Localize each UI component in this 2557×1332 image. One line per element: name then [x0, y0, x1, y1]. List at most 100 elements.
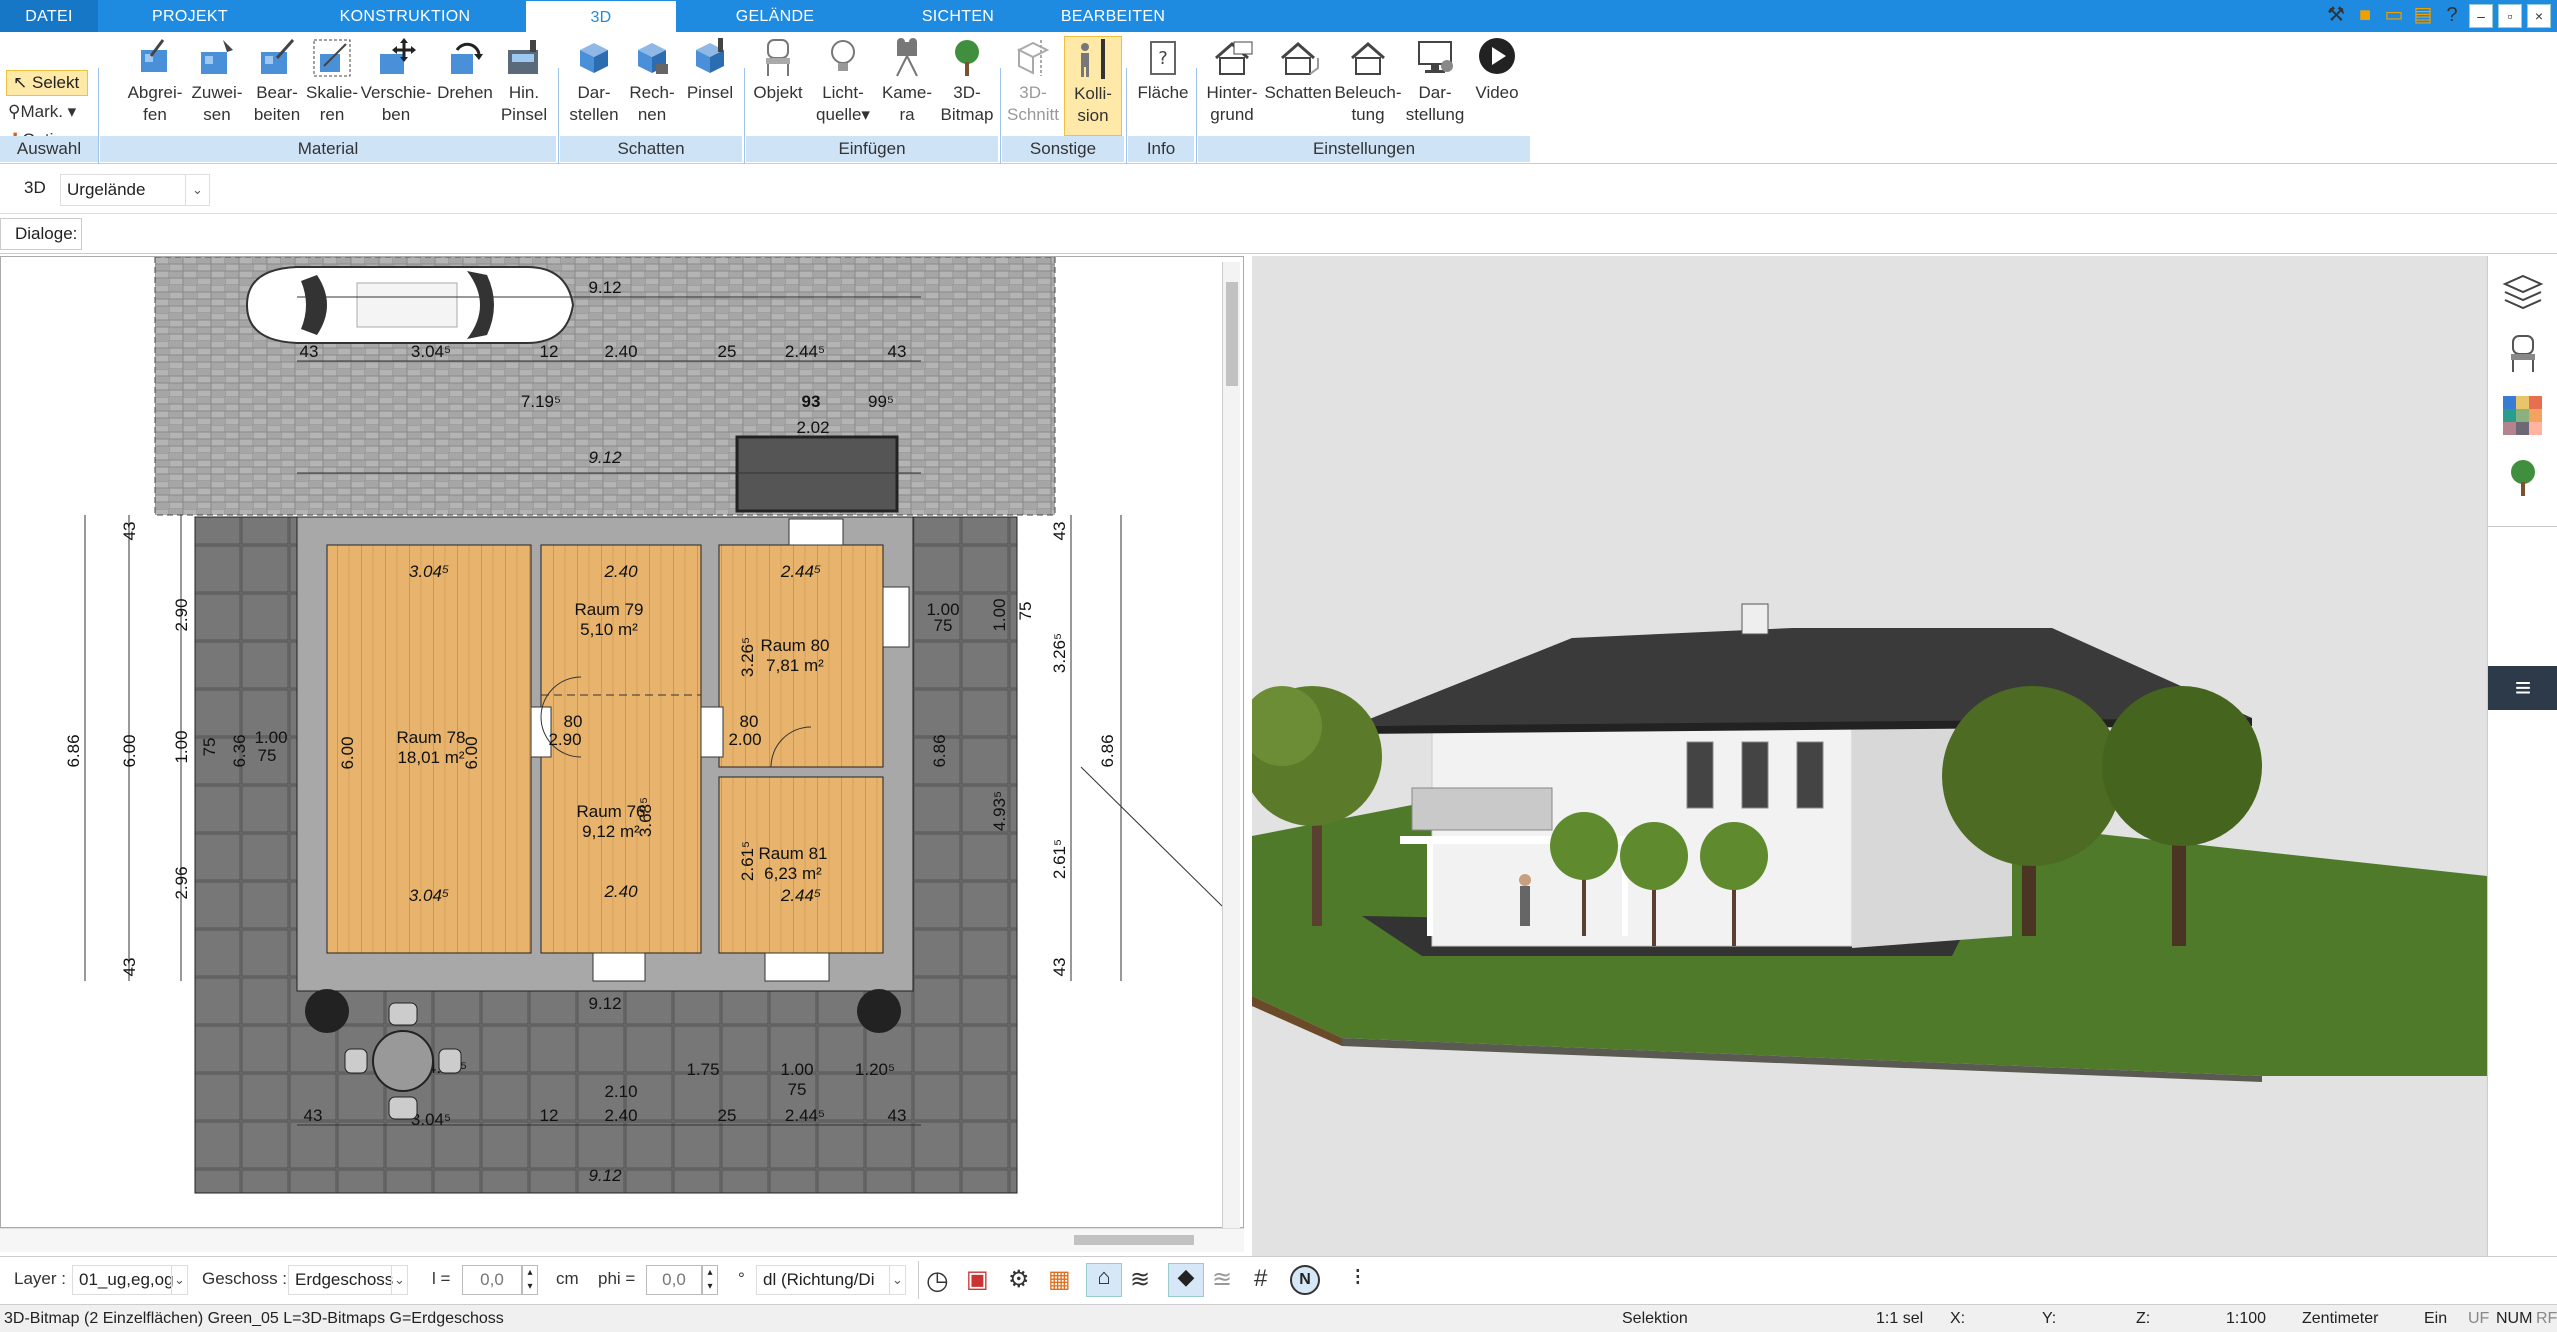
zuweisen-label-2: sen	[203, 105, 231, 124]
3d-bitmap-button[interactable]: 3D- Bitmap	[934, 36, 1000, 126]
layer-dropdown[interactable]: 01_ug,eg,og ⌄	[72, 1265, 188, 1295]
group-label-material: Material	[100, 136, 556, 162]
drehen-button[interactable]: Drehen	[432, 36, 498, 104]
plan-vertical-scrollbar[interactable]	[1222, 262, 1240, 1228]
flaeche-label: Fläche	[1137, 83, 1189, 102]
camera-tool-icon[interactable]: ⚙	[1008, 1265, 1030, 1294]
tab-projekt[interactable]: PROJEKT	[130, 0, 250, 32]
tab-datei[interactable]: DATEI	[0, 0, 98, 32]
darstellung-button[interactable]: Dar-stellung	[1400, 36, 1470, 126]
dim-text: 43	[1050, 958, 1069, 977]
scale-icon	[313, 39, 351, 77]
divider	[2488, 526, 2557, 527]
phi-input[interactable]	[646, 1265, 702, 1295]
schatten-pinsel-button[interactable]: Pinsel	[680, 36, 740, 104]
dim-text: 2.40	[604, 1106, 637, 1125]
einstellungen-schatten-label: Schatten	[1264, 83, 1332, 102]
hin-pinsel-button[interactable]: Hin. Pinsel	[494, 36, 554, 126]
video-label: Video	[1475, 83, 1519, 102]
dim-text: 3.04⁵	[411, 342, 451, 361]
dim-text: 1.20⁵	[855, 1060, 895, 1079]
dim-text: 75	[934, 616, 953, 635]
monitor-icon[interactable]: ▣	[966, 1265, 989, 1294]
hin-pinsel-label-2: Pinsel	[500, 105, 548, 124]
geschoss-dropdown[interactable]: Erdgeschoss ⌄	[288, 1265, 408, 1295]
room-area: 7,81 m²	[766, 656, 824, 675]
length-input[interactable]	[462, 1265, 522, 1295]
status-y: Y:	[2042, 1310, 2057, 1327]
tools-icon[interactable]: ⚒	[2324, 4, 2348, 28]
wall-tool-icon[interactable]: ≋	[1130, 1265, 1150, 1294]
floor-tool-icon[interactable]: ◆	[1168, 1263, 1204, 1297]
scroll-thumb[interactable]	[1074, 1235, 1194, 1245]
selekt-button[interactable]: ↖ Selekt	[6, 70, 88, 96]
help-icon[interactable]: ?	[2440, 4, 2464, 28]
verschieben-button[interactable]: Verschie-ben	[358, 36, 434, 126]
room-area: 5,10 m²	[580, 620, 638, 639]
maximize-button[interactable]: ▫	[2498, 4, 2522, 28]
status-bar: 3D-Bitmap (2 Einzelflächen) Green_05 L=3…	[0, 1304, 2557, 1332]
schatten-rechnen-button[interactable]: Rech-nen	[622, 36, 682, 126]
hintergrund-button[interactable]: Hinter-grund	[1200, 36, 1264, 126]
tab-sichten[interactable]: SICHTEN	[900, 0, 1016, 32]
layers-tool-icon[interactable]: ≊	[1212, 1265, 1232, 1294]
plan-horizontal-scrollbar[interactable]	[0, 1228, 1244, 1252]
objekt-button[interactable]: Objekt	[748, 36, 808, 104]
layout-icon[interactable]: ▭	[2382, 4, 2406, 28]
tab-bearbeiten[interactable]: BEARBEITEN	[1050, 0, 1176, 32]
tab-konstruktion[interactable]: KONSTRUKTION	[330, 0, 480, 32]
kollision-label-2: sion	[1077, 106, 1109, 125]
more-icon[interactable]: ⁝	[1354, 1263, 1362, 1292]
mark-button[interactable]: ⚲Mark. ▾	[8, 102, 76, 122]
status-x: X:	[1950, 1310, 1966, 1327]
floor-plan-canvas: 9.12 43 3.04⁵ 12 2.40 25 2.44⁵ 43 7.19⁵ …	[64, 257, 1224, 1194]
dim-text: 75	[1016, 602, 1035, 621]
skalieren-button[interactable]: Skalie-ren	[300, 36, 364, 126]
menu-icon[interactable]: ≡	[2488, 666, 2557, 710]
tab-3d[interactable]: 3D	[526, 0, 676, 34]
phi-stepper[interactable]: ▴ ▾	[702, 1265, 718, 1295]
close-button[interactable]: ×	[2527, 4, 2551, 28]
north-icon[interactable]: N	[1290, 1265, 1320, 1295]
beleuchtung-button[interactable]: Beleuch-tung	[1334, 36, 1402, 126]
kollision-button[interactable]: Kolli-sion	[1064, 36, 1122, 136]
grid-icon[interactable]: #	[1254, 1265, 1267, 1293]
minimize-button[interactable]: –	[2469, 4, 2493, 28]
floor-plan-view[interactable]: 9.12 43 3.04⁵ 12 2.40 25 2.44⁵ 43 7.19⁵ …	[0, 256, 1244, 1228]
roof-tool-icon[interactable]: ⌂	[1086, 1263, 1122, 1297]
window-icon[interactable]: ▤	[2411, 4, 2435, 28]
plants-catalog-icon	[2511, 460, 2535, 496]
schatten-darstellen-button[interactable]: Dar-stellen	[564, 36, 624, 126]
section-cut-icon	[1016, 40, 1050, 76]
abgreifen-button[interactable]: Abgrei-fen	[122, 36, 188, 126]
play-icon	[1479, 38, 1515, 74]
selekt-label: Selekt	[31, 73, 80, 92]
object-tool-icon[interactable]: ▦	[1048, 1265, 1071, 1294]
lichtquelle-button[interactable]: Licht-quelle▾	[810, 36, 876, 126]
save-icon[interactable]: ■	[2353, 4, 2377, 28]
drehen-label: Drehen	[437, 83, 493, 102]
geschoss-dropdown-value: Erdgeschoss	[295, 1270, 394, 1289]
chair-icon	[766, 39, 790, 76]
3d-view[interactable]	[1252, 256, 2487, 1256]
scroll-thumb[interactable]	[1226, 282, 1238, 386]
unit-label: cm	[556, 1269, 579, 1288]
length-stepper[interactable]: ▴ ▾	[522, 1265, 538, 1295]
dim-text: 25	[718, 1106, 737, 1125]
clock-icon[interactable]: ◷	[926, 1265, 949, 1296]
3d-schnitt-button[interactable]: 3D- Schnitt	[1004, 36, 1062, 126]
shadow-brush-icon	[696, 38, 724, 73]
dim-text: 1.75	[686, 1060, 719, 1079]
zuweisen-button[interactable]: Zuwei-sen	[184, 36, 250, 126]
video-button[interactable]: Video	[1466, 36, 1528, 104]
terrain-dropdown[interactable]: Urgelände ⌄	[60, 174, 210, 206]
phi-label: phi =	[598, 1269, 636, 1288]
assign-icon	[201, 40, 233, 74]
plant-symbol	[305, 989, 349, 1033]
tab-gelaende[interactable]: GELÄNDE	[710, 0, 840, 32]
einstellungen-schatten-button[interactable]: Schatten	[1260, 36, 1336, 104]
flaeche-button[interactable]: ? Fläche	[1130, 36, 1196, 104]
kamera-button[interactable]: Kame-ra	[874, 36, 940, 126]
3d-schnitt-label-1: 3D-	[1019, 83, 1047, 102]
direction-dropdown[interactable]: dl (Richtung/Di ⌄	[756, 1265, 906, 1295]
